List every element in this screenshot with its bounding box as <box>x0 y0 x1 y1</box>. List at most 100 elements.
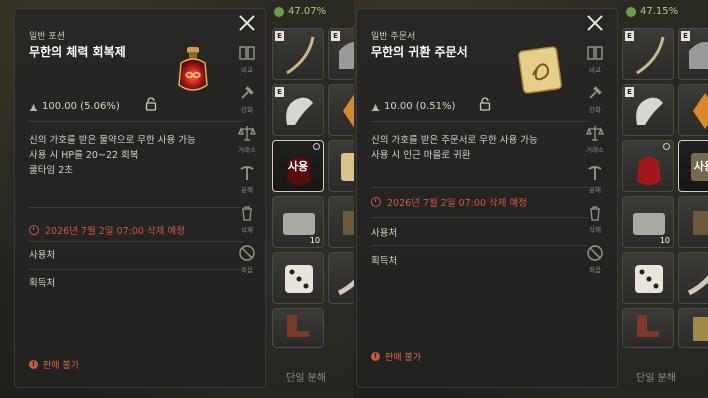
clock-icon <box>371 197 381 207</box>
expiry-text: 2026년 7월 2일 07:00 삭제 예정 <box>387 198 527 209</box>
close-button[interactable] <box>236 12 258 34</box>
inventory-slot[interactable]: E <box>622 28 674 80</box>
inventory-slot[interactable]: 10 <box>622 196 674 248</box>
delete-button[interactable]: 삭제 <box>238 204 256 234</box>
horn-icon <box>687 275 708 296</box>
inventory-grid: 47.07% E E E 사용 10 단일 분해 <box>268 0 354 398</box>
divider <box>371 245 589 246</box>
equipped-badge: E <box>331 31 340 41</box>
inventory-grid: 47.15% E E E 사용 <box>620 0 708 398</box>
dismantle-hint[interactable]: 단일 분해 <box>636 369 676 384</box>
restrict-label: 죄음 <box>589 266 601 274</box>
inventory-weight: 47.15% <box>626 6 678 17</box>
left-screenshot: 일반 포션 무한의 체력 회복제 100.00 (5.06%) 신의 가호를 받… <box>0 0 354 398</box>
inventory-slot[interactable] <box>678 196 708 248</box>
delete-button[interactable]: 삭제 <box>586 204 604 234</box>
usage-row[interactable]: 사용처 <box>371 225 397 239</box>
unlock-icon[interactable] <box>145 97 157 111</box>
inventory-slot[interactable]: E <box>272 28 324 80</box>
inventory-slot[interactable] <box>678 252 708 304</box>
dismantle-hint[interactable]: 단일 분해 <box>286 369 326 384</box>
screen: 일반 포션 무한의 체력 회복제 100.00 (5.06%) 신의 가호를 받… <box>0 0 708 398</box>
inventory-slot[interactable] <box>272 252 324 304</box>
exchange-button[interactable]: 거래소 <box>238 124 256 154</box>
enhance-button[interactable]: 강화 <box>586 84 604 114</box>
weight-status-icon <box>274 6 284 17</box>
source-row[interactable]: 획득처 <box>29 275 55 289</box>
item-icon <box>693 211 708 235</box>
exchange-label: 거래소 <box>238 146 256 154</box>
dismantle-button[interactable]: 분해 <box>586 164 604 194</box>
restrict-button[interactable]: 죄음 <box>238 244 256 274</box>
delete-label: 삭제 <box>241 226 253 234</box>
inventory-slot[interactable] <box>328 140 354 192</box>
exchange-button[interactable]: 거래소 <box>586 124 604 154</box>
inventory-slot[interactable] <box>622 308 674 348</box>
item-tooltip-panel: 일반 주문서 무한의 귀환 주문서 10.00 (0.51%) 신의 가호를 받… <box>356 8 618 388</box>
divider <box>371 187 589 188</box>
no-entry-icon <box>239 245 255 261</box>
inventory-slot[interactable]: 10 <box>272 196 324 248</box>
enhance-label: 강화 <box>241 106 253 114</box>
inventory-slot-selected[interactable]: 사용 <box>678 140 708 192</box>
close-button[interactable] <box>584 12 606 34</box>
compare-button[interactable]: 비교 <box>238 44 256 74</box>
delete-label: 삭제 <box>589 226 601 234</box>
usage-row[interactable]: 사용처 <box>29 247 55 261</box>
unlock-icon[interactable] <box>479 97 491 111</box>
scale-icon <box>586 126 604 141</box>
weight-icon <box>29 103 38 111</box>
divider <box>29 241 243 242</box>
sell-status: ! 판매 불가 <box>371 350 421 363</box>
inventory-percent: 47.07% <box>288 6 327 17</box>
divider <box>29 269 243 270</box>
inventory-slot[interactable]: E <box>328 28 354 80</box>
side-action-bar: 비교 강화 거래소 분해 삭제 죄음 <box>232 8 262 388</box>
side-action-bar: 비교 강화 거래소 분해 삭제 죄음 <box>580 8 610 388</box>
inventory-slot[interactable] <box>328 252 354 304</box>
dice-icon <box>285 265 313 293</box>
inventory-slot[interactable] <box>328 84 354 136</box>
equipped-badge: E <box>625 87 634 97</box>
inventory-slot[interactable] <box>272 308 324 348</box>
description-line: 사용 시 HP를 20~22 회복 <box>29 150 139 161</box>
in-use-overlay: 사용 <box>679 141 708 191</box>
description-line: 신의 가호를 받은 물약으로 무한 사용 가능 <box>29 135 196 146</box>
source-row[interactable]: 획득처 <box>371 253 397 267</box>
inventory-slot[interactable] <box>622 140 674 192</box>
enhance-button[interactable]: 강화 <box>238 84 256 114</box>
inventory-slot[interactable]: E <box>272 84 324 136</box>
no-entry-icon <box>587 245 603 261</box>
compare-button[interactable]: 비교 <box>586 44 604 74</box>
dismantle-button[interactable]: 분해 <box>238 164 256 194</box>
item-tooltip-panel: 일반 포션 무한의 체력 회복제 100.00 (5.06%) 신의 가호를 받… <box>14 8 266 388</box>
inventory-percent: 47.15% <box>640 6 679 17</box>
inventory-slot[interactable] <box>328 196 354 248</box>
item-description: 신의 가호를 받은 주문서로 무한 사용 가능 사용 시 인근 마을로 귀환 <box>371 133 538 163</box>
item-category: 일반 주문서 <box>371 32 416 42</box>
restrict-label: 죄음 <box>241 266 253 274</box>
inventory-slot[interactable]: E <box>678 28 708 80</box>
inventory-weight: 47.07% <box>274 6 326 17</box>
gem-icon <box>343 94 354 128</box>
item-weight: 10.00 (0.51%) <box>371 101 455 112</box>
dismantle-label: 분해 <box>589 186 601 194</box>
item-count: 10 <box>309 236 320 245</box>
weight-value: 10.00 (0.51%) <box>384 101 456 112</box>
inventory-slot[interactable] <box>678 308 708 348</box>
dice-icon <box>635 265 663 293</box>
inventory-slot-selected[interactable]: 사용 <box>272 140 324 192</box>
sell-status: ! 판매 불가 <box>29 358 79 371</box>
item-category: 일반 포션 <box>29 32 65 42</box>
boots-icon <box>637 315 659 337</box>
pickaxe-icon <box>240 166 254 180</box>
hammer-icon <box>241 86 254 99</box>
warning-icon: ! <box>371 352 380 361</box>
compare-label: 비교 <box>589 66 601 74</box>
inventory-slot[interactable] <box>622 252 674 304</box>
restrict-button[interactable]: 죄음 <box>586 244 604 274</box>
inventory-slot[interactable] <box>678 84 708 136</box>
enhance-label: 강화 <box>589 106 601 114</box>
divider <box>29 207 243 208</box>
inventory-slot[interactable]: E <box>622 84 674 136</box>
